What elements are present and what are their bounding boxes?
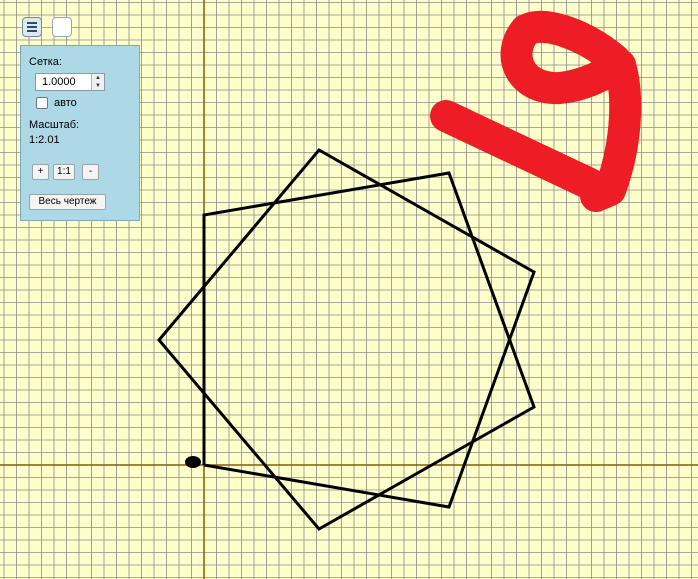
spinner-up-icon[interactable]: ▲ bbox=[92, 74, 104, 82]
star-polygon-path bbox=[157, 148, 536, 531]
auto-checkbox[interactable] bbox=[36, 97, 48, 109]
blank-toolbar-button[interactable] bbox=[52, 17, 72, 37]
menu-icon bbox=[27, 22, 37, 34]
grid-value[interactable]: 1.0000 bbox=[42, 76, 76, 88]
zoom-reset-button[interactable]: 1:1 bbox=[53, 164, 75, 180]
grid-spinner[interactable]: 1.0000 ▲ ▼ bbox=[35, 73, 105, 91]
auto-label: авто bbox=[54, 97, 77, 109]
scale-label: Масштаб: bbox=[29, 119, 80, 131]
scale-value: 1:2.01 bbox=[29, 134, 60, 146]
zoom-in-button[interactable]: + bbox=[32, 164, 49, 180]
red-annotation-stroke-3 bbox=[510, 10, 631, 76]
turtle-marker bbox=[185, 456, 201, 468]
fit-all-button[interactable]: Весь чертеж bbox=[29, 194, 106, 210]
zoom-out-button[interactable]: - bbox=[82, 164, 99, 180]
settings-panel: Сетка: 1.0000 ▲ ▼ авто Масштаб: 1:2.01 +… bbox=[20, 45, 140, 221]
spinner-down-icon[interactable]: ▼ bbox=[92, 82, 104, 90]
grid-label: Сетка: bbox=[29, 56, 62, 68]
spinner-arrows[interactable]: ▲ ▼ bbox=[91, 74, 104, 90]
menu-button[interactable] bbox=[22, 17, 42, 37]
red-annotation-stroke-1 bbox=[430, 100, 606, 200]
